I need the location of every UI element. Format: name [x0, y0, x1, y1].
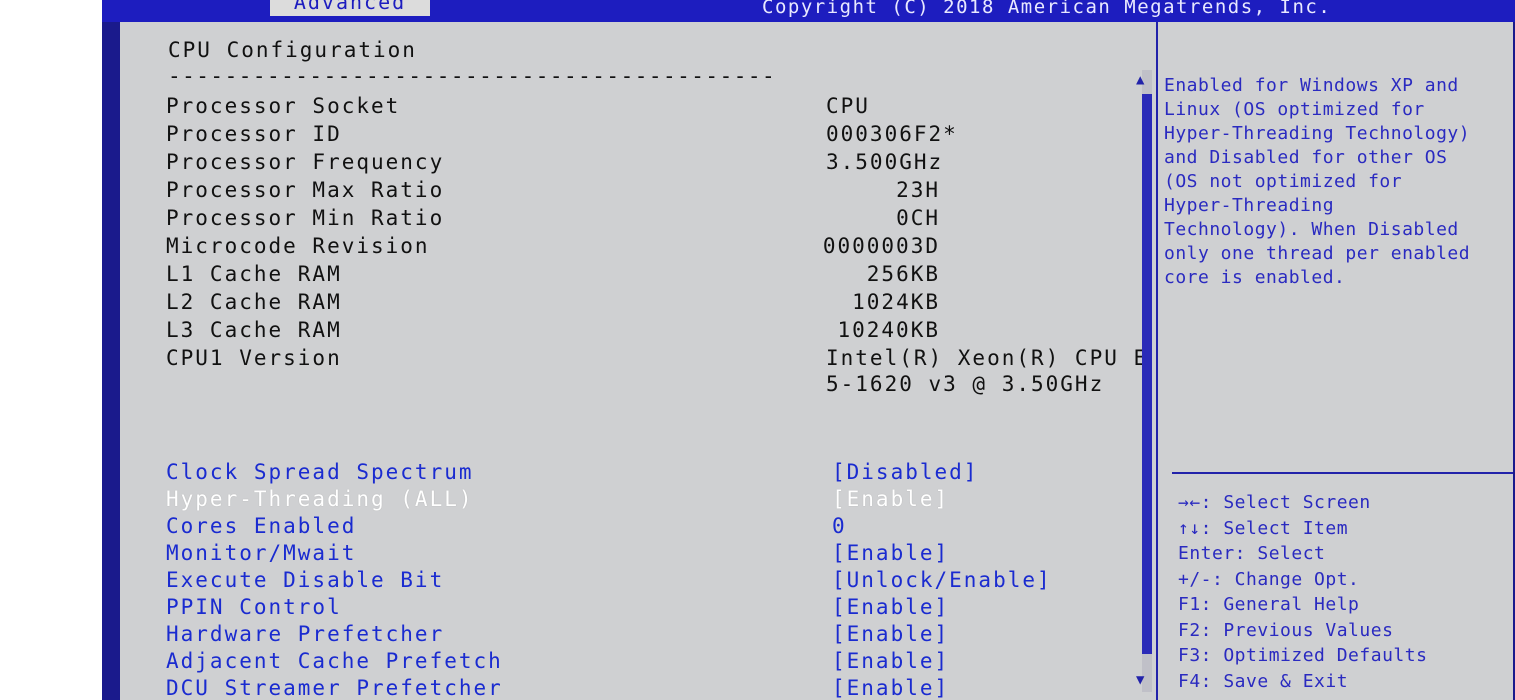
info-value: 10240KB — [837, 318, 940, 342]
bios-screen: Advanced Copyright (C) 2018 American Meg… — [102, 0, 1515, 700]
info-value: 0000003D — [822, 234, 940, 258]
key-hint: Enter: Select — [1178, 543, 1326, 564]
info-value: 0CH — [896, 206, 940, 230]
setting-value[interactable]: [Enable] — [832, 595, 949, 619]
info-label: Processor Frequency — [166, 150, 445, 174]
setting-label[interactable]: Monitor/Mwait — [166, 541, 356, 565]
setting-label[interactable]: Hardware Prefetcher — [166, 622, 444, 646]
key-hint: F2: Previous Values — [1178, 619, 1394, 641]
setting-row[interactable]: DCU Streamer Prefetcher [Enable] — [120, 676, 1130, 700]
setting-label[interactable]: PPIN Control — [166, 595, 342, 619]
info-row: Processor Max Ratio 23H — [120, 178, 1130, 204]
info-row: Processor Frequency 3.500GHz — [120, 150, 1130, 176]
info-label: Microcode Revision — [166, 234, 430, 258]
info-label: Processor Min Ratio — [166, 206, 445, 230]
help-separator — [1172, 472, 1513, 474]
info-value: Intel(R) Xeon(R) CPU E — [826, 346, 1149, 370]
help-text: Enabled for Windows XP and Linux (OS opti… — [1164, 74, 1509, 290]
help-divider — [1156, 22, 1158, 700]
key-hint: →←: Select Screen — [1178, 492, 1371, 513]
setting-value[interactable]: [Enable] — [832, 676, 949, 700]
info-row: Processor Socket CPU — [120, 94, 1130, 120]
key-hint: ↑↓: Select Item — [1178, 517, 1349, 539]
info-row: CPU1 Version Intel(R) Xeon(R) CPU E — [120, 346, 1146, 372]
top-bar: Advanced Copyright (C) 2018 American Meg… — [102, 0, 1515, 22]
info-label: Processor Socket — [166, 94, 401, 118]
title-separator: ----------------------------------------… — [168, 64, 777, 88]
info-value: 256KB — [866, 262, 940, 286]
setting-label[interactable]: Cores Enabled — [166, 514, 356, 538]
info-label: CPU1 Version — [166, 346, 342, 370]
info-row-continued: 5-1620 v3 @ 3.50GHz — [120, 372, 1130, 398]
scroll-down-icon[interactable]: ▼ — [1136, 672, 1144, 688]
setting-row[interactable]: Adjacent Cache Prefetch [Enable] — [120, 649, 1130, 675]
info-value: 000306F2* — [826, 122, 958, 146]
help-line: Linux (OS optimized for — [1164, 99, 1425, 120]
setting-value[interactable]: [Enable] — [832, 622, 949, 646]
setting-row[interactable]: PPIN Control [Enable] — [120, 595, 1130, 621]
tab-main[interactable] — [124, 0, 268, 18]
setting-value[interactable]: 0 — [832, 514, 847, 538]
copyright-text: Copyright (C) 2018 American Megatrends, … — [762, 0, 1332, 18]
info-row: Processor ID 000306F2* — [120, 122, 1130, 148]
key-legend: →←: Select Screen ↑↓: Select Item Enter: S… — [1178, 490, 1513, 694]
info-row: Microcode Revision 0000003D — [120, 234, 1130, 260]
setting-label[interactable]: Hyper-Threading (ALL) — [166, 487, 474, 511]
info-value: CPU — [826, 94, 870, 118]
info-value: 3.500GHz — [826, 150, 944, 174]
key-hint: F3: Optimized Defaults — [1178, 645, 1428, 666]
help-line: Enabled for Windows XP and — [1164, 75, 1459, 96]
info-label: L2 Cache RAM — [166, 290, 342, 314]
key-hint: F1: General Help — [1178, 594, 1360, 615]
info-label: L3 Cache RAM — [166, 318, 342, 342]
help-line: (OS not optimized for — [1164, 171, 1403, 192]
info-value: 23H — [896, 178, 940, 202]
tab-advanced[interactable]: Advanced — [270, 0, 430, 16]
help-line: Technology). When Disabled — [1164, 219, 1459, 240]
info-label: Processor Max Ratio — [166, 178, 445, 202]
info-label: L1 Cache RAM — [166, 262, 342, 286]
help-line: and Disabled for other OS — [1164, 147, 1448, 168]
setting-value[interactable]: [Unlock/Enable] — [832, 568, 1052, 592]
info-label: Processor ID — [166, 122, 342, 146]
info-row: Processor Min Ratio 0CH — [120, 206, 1130, 232]
setting-label[interactable]: Execute Disable Bit — [166, 568, 444, 592]
help-line: only one thread per enabled — [1164, 243, 1471, 264]
setting-row[interactable]: Hardware Prefetcher [Enable] — [120, 622, 1130, 648]
help-line: core is enabled. — [1164, 267, 1346, 288]
info-row: L2 Cache RAM 1024KB — [120, 290, 1130, 316]
main-panel: CPU Configuration ----------------------… — [120, 22, 1513, 700]
key-hint: F4: Save & Exit — [1178, 670, 1349, 692]
setting-value[interactable]: [Enable] — [832, 487, 949, 511]
info-row: L1 Cache RAM 256KB — [120, 262, 1130, 288]
info-row: L3 Cache RAM 10240KB — [120, 318, 1130, 344]
scroll-up-icon[interactable]: ▲ — [1136, 72, 1144, 88]
setting-label[interactable]: Clock Spread Spectrum — [166, 460, 474, 484]
help-line: Hyper-Threading Technology) — [1164, 123, 1471, 144]
info-value: 5-1620 v3 @ 3.50GHz — [826, 372, 1105, 396]
setting-row[interactable]: Clock Spread Spectrum [Disabled] — [120, 460, 1130, 486]
setting-value[interactable]: [Enable] — [832, 541, 949, 565]
page-title: CPU Configuration — [168, 38, 417, 62]
info-value: 1024KB — [852, 290, 940, 314]
key-hint: +/-: Change Opt. — [1178, 568, 1360, 590]
setting-row[interactable]: Cores Enabled 0 — [120, 514, 1130, 540]
setting-label[interactable]: DCU Streamer Prefetcher — [166, 676, 503, 700]
setting-row[interactable]: Monitor/Mwait [Enable] — [120, 541, 1130, 567]
setting-row[interactable]: Execute Disable Bit [Unlock/Enable] — [120, 568, 1130, 594]
setting-row[interactable]: Hyper-Threading (ALL) [Enable] — [120, 487, 1130, 513]
help-line: Hyper-Threading — [1164, 195, 1335, 216]
scrollbar-thumb[interactable] — [1142, 94, 1152, 654]
setting-value[interactable]: [Enable] — [832, 649, 949, 673]
setting-label[interactable]: Adjacent Cache Prefetch — [166, 649, 503, 673]
setting-value[interactable]: [Disabled] — [832, 460, 978, 484]
